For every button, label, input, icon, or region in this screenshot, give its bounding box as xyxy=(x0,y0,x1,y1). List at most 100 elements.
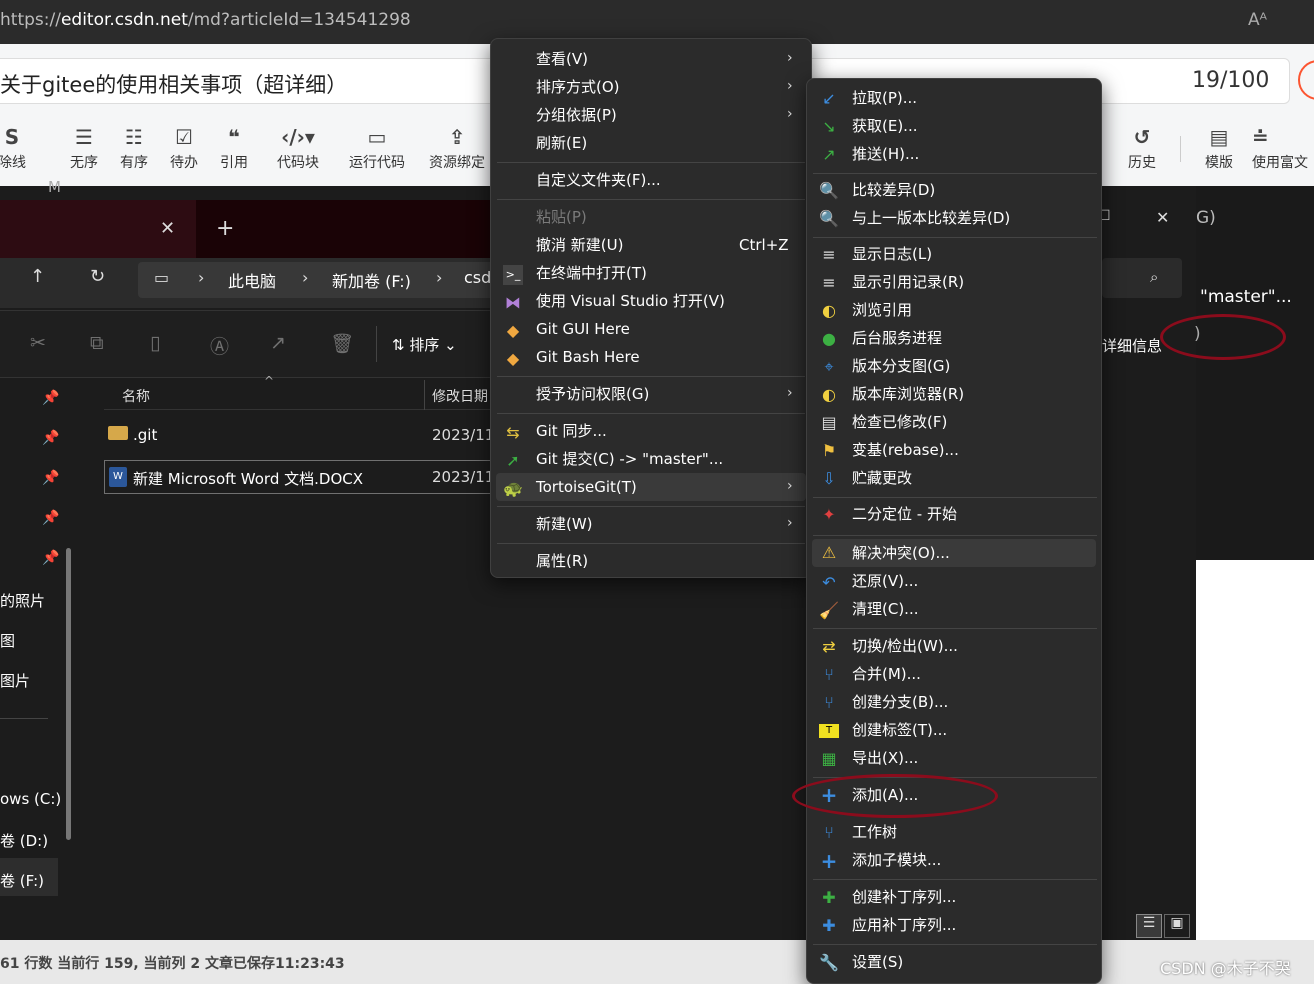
menu-item-reflog[interactable]: 显示引用记录(R) xyxy=(852,268,964,296)
refresh-icon[interactable]: ↻ xyxy=(90,266,105,287)
sort-button[interactable]: ⇅ 排序 ⌄ xyxy=(392,334,457,355)
rename-icon[interactable]: Ⓐ xyxy=(210,332,229,359)
sidebar-item-photos[interactable]: 的照片 xyxy=(0,590,45,611)
history-button[interactable]: ↺ 历史 xyxy=(1112,126,1172,172)
menu-item-apply-patch[interactable]: 应用补丁序列... xyxy=(852,911,956,939)
details-view-icon[interactable]: ☰ xyxy=(1136,914,1162,938)
sidebar-item-drive-f[interactable]: 卷 (F:) xyxy=(0,870,44,891)
menu-item-merge[interactable]: 合并(M)... xyxy=(852,660,921,688)
url-text[interactable]: https://editor.csdn.net/md?articleId=134… xyxy=(0,10,411,30)
menu-item-worktree[interactable]: 工作树 xyxy=(852,818,897,846)
sidebar-item-drive-d[interactable]: 卷 (D:) xyxy=(0,830,48,851)
cut-icon[interactable]: ✂ xyxy=(30,332,46,354)
menu-item-resolve[interactable]: 解决冲突(O)... xyxy=(852,539,950,567)
reader-mode-icon[interactable]: Aᴬ xyxy=(1248,10,1267,30)
code-block-button[interactable]: ‹/›▾ 代码块 xyxy=(268,126,328,172)
menu-item-show-log[interactable]: 显示日志(L) xyxy=(852,240,932,268)
file-row[interactable]: W 新建 Microsoft Word 文档.DOCX 2023/11 xyxy=(104,460,496,494)
paste-icon[interactable]: ▯ xyxy=(150,332,160,354)
chevron-right-icon: › xyxy=(787,78,793,94)
menu-item-export[interactable]: 导出(X)... xyxy=(852,744,918,772)
menu-separator xyxy=(813,628,1097,629)
menu-item-create-branch[interactable]: 创建分支(B)... xyxy=(852,688,948,716)
menu-item-browse-refs[interactable]: 浏览引用 xyxy=(852,296,912,324)
menu-item-check-modified[interactable]: 检查已修改(F) xyxy=(852,408,947,436)
menu-item-git-commit[interactable]: Git 提交(C) -> "master"... xyxy=(536,445,723,473)
menu-item-new[interactable]: 新建(W) xyxy=(536,510,593,538)
breadcrumb[interactable] xyxy=(138,262,498,298)
strikethrough-button[interactable]: S 除线 xyxy=(0,126,42,172)
menu-item-diff-prev[interactable]: 与上一版本比较差异(D) xyxy=(852,204,1010,232)
quote-button[interactable]: ❝ 引用 xyxy=(204,126,264,172)
copy-icon[interactable]: ⧉ xyxy=(90,332,104,354)
menu-item-stash[interactable]: 贮藏更改 xyxy=(852,464,912,492)
menu-item-repo-browser[interactable]: 版本库浏览器(R) xyxy=(852,380,964,408)
menu-item-pull[interactable]: 拉取(P)... xyxy=(852,84,917,112)
menu-item-cleanup[interactable]: 清理(C)... xyxy=(852,595,918,623)
menu-item-bisect[interactable]: 二分定位 - 开始 xyxy=(852,500,957,528)
sidebar-item-drive-c[interactable]: ows (C:) xyxy=(0,790,61,808)
sidebar-item-images[interactable]: 图片 xyxy=(0,670,30,691)
sidebar-scrollbar[interactable] xyxy=(66,548,71,840)
tiles-view-icon[interactable]: ▣ xyxy=(1164,914,1190,938)
menu-item-paste[interactable]: 粘贴(P) xyxy=(536,203,587,231)
chevron-right-icon: › xyxy=(436,268,443,287)
git-gui-icon: ◆ xyxy=(506,321,520,340)
share-icon[interactable]: ↗ xyxy=(270,332,286,354)
menu-item-grant-access[interactable]: 授予访问权限(G) xyxy=(536,380,649,408)
menu-item-revert[interactable]: 还原(V)... xyxy=(852,567,918,595)
background-window xyxy=(1196,186,1314,560)
menu-item-customize-folder[interactable]: 自定义文件夹(F)... xyxy=(536,166,661,194)
apply-patch-icon: ✚ xyxy=(822,916,836,935)
delete-icon[interactable]: 🗑 xyxy=(330,332,354,355)
file-row[interactable]: .git 2023/11 xyxy=(104,420,496,454)
menu-item-open-terminal[interactable]: 在终端中打开(T) xyxy=(536,259,647,287)
menu-item-switch[interactable]: 切换/检出(W)... xyxy=(852,632,958,660)
pin-icon: 📌 xyxy=(42,510,60,526)
menu-item-daemon[interactable]: 后台服务进程 xyxy=(852,324,942,352)
menu-item-settings[interactable]: 设置(S) xyxy=(852,948,903,976)
menu-item-git-sync[interactable]: Git 同步... xyxy=(536,417,607,445)
menu-item-fetch[interactable]: 获取(E)... xyxy=(852,112,918,140)
menu-item-sort[interactable]: 排序方式(O) xyxy=(536,73,620,101)
menu-item-view[interactable]: 查看(V) xyxy=(536,45,588,73)
menu-item-create-tag[interactable]: 创建标签(T)... xyxy=(852,716,947,744)
menu-item-diff[interactable]: 比较差异(D) xyxy=(852,176,935,204)
breadcrumb-this-pc[interactable]: 此电脑 xyxy=(228,268,276,292)
search-icon[interactable]: ⌕ xyxy=(1150,268,1158,286)
menu-item-undo-new[interactable]: 撤消 新建(U) xyxy=(536,231,623,259)
breadcrumb-folder[interactable]: csd xyxy=(464,268,491,287)
column-modified[interactable]: 修改日期 xyxy=(432,386,488,406)
rich-text-button[interactable]: ≐ 使用富文 xyxy=(1252,126,1314,172)
menu-item-open-vs[interactable]: 使用 Visual Studio 打开(V) xyxy=(536,287,725,315)
menu-item-git-bash[interactable]: Git Bash Here xyxy=(536,343,640,371)
menu-item-git-gui[interactable]: Git GUI Here xyxy=(536,315,630,343)
menu-item-refresh[interactable]: 刷新(E) xyxy=(536,129,587,157)
code-icon: ‹/›▾ xyxy=(281,125,315,149)
article-title[interactable]: 关于gitee的使用相关事项（超详细） xyxy=(0,69,347,99)
menu-item-properties[interactable]: 属性(R) xyxy=(536,547,588,575)
close-window-icon[interactable]: ✕ xyxy=(1156,208,1169,227)
menu-item-add-submodule[interactable]: 添加子模块... xyxy=(852,846,941,874)
template-button[interactable]: ▤ 模版 xyxy=(1189,126,1249,172)
resource-bind-button[interactable]: ⇪ 资源绑定 xyxy=(427,126,487,172)
menu-item-create-patch[interactable]: 创建补丁序列... xyxy=(852,883,956,911)
close-tab-icon[interactable]: ✕ xyxy=(160,218,175,239)
menu-item-tortoisegit[interactable]: TortoiseGit(T) xyxy=(536,473,637,501)
search-box[interactable] xyxy=(1102,258,1182,298)
menu-item-push[interactable]: 推送(H)... xyxy=(852,140,919,168)
sidebar-item-pictures[interactable]: 图 xyxy=(0,630,15,651)
new-tab-icon[interactable]: + xyxy=(216,216,234,241)
resolve-icon: ⚠ xyxy=(821,543,837,562)
run-code-button[interactable]: ▭ 运行代码 xyxy=(347,126,407,172)
details-button[interactable]: 详细信息 xyxy=(1102,335,1162,356)
explorer-right-edge xyxy=(1102,186,1196,940)
rebase-icon: ⚑ xyxy=(821,441,837,460)
menu-item-revision-graph[interactable]: 版本分支图(G) xyxy=(852,352,950,380)
menu-item-rebase[interactable]: 变基(rebase)... xyxy=(852,436,959,464)
word-doc-icon: W xyxy=(109,467,127,487)
breadcrumb-drive-f[interactable]: 新加卷 (F:) xyxy=(332,268,411,292)
up-arrow-icon[interactable]: ↑ xyxy=(30,266,45,287)
menu-item-group[interactable]: 分组依据(P) xyxy=(536,101,617,129)
column-name[interactable]: 名称 xyxy=(122,386,150,406)
